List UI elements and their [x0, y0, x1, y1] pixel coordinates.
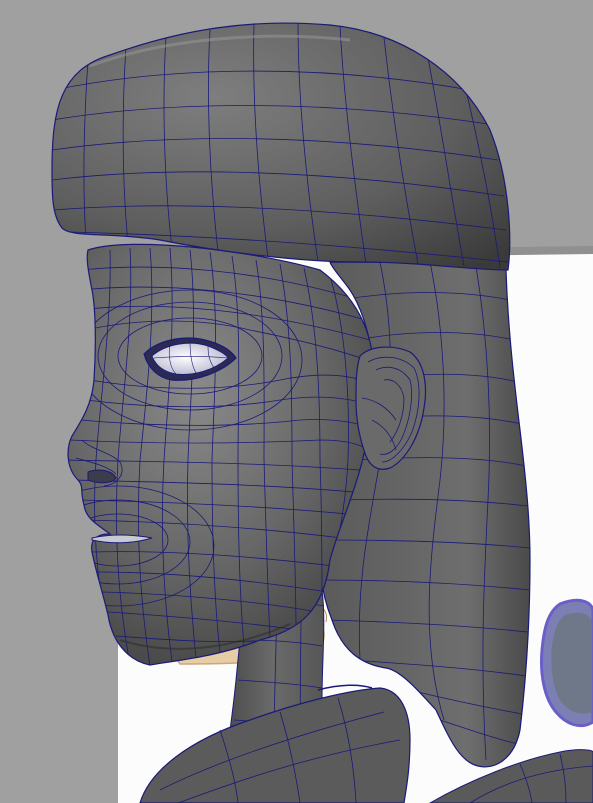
3d-viewport[interactable]: [0, 0, 593, 803]
viewport-canvas[interactable]: [0, 0, 593, 803]
